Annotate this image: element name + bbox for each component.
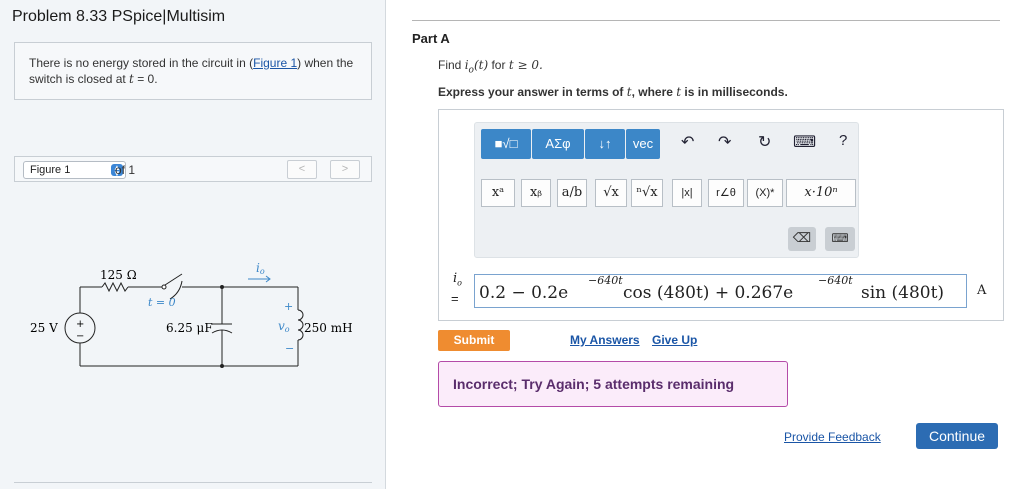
problem-intro-box: There is no energy stored in the circuit…	[14, 42, 372, 100]
feedback-text: Incorrect; Try Again; 5 attempts remaini…	[453, 376, 735, 392]
absolute-value-button[interactable]: |x|	[672, 179, 702, 207]
resistor-label: 125 Ω	[100, 268, 137, 282]
current-label: io	[256, 261, 265, 276]
answer-part-1: 0.2 − 0.2e	[479, 283, 569, 303]
voltage-minus-sign: −	[285, 342, 294, 355]
switch-label: t = 0	[148, 296, 176, 309]
answer-unit: A	[977, 283, 987, 298]
previous-figure-button[interactable]: <	[287, 160, 317, 179]
inductor-label: 250 mH	[304, 321, 353, 335]
instruction-middle: , where	[631, 85, 677, 99]
switch-symbol	[164, 273, 183, 286]
my-answers-link[interactable]: My Answers	[570, 333, 640, 347]
question-text: Find io(t) for t ≥ 0.	[438, 58, 543, 75]
source-minus-sign: −	[76, 331, 84, 342]
voltage-plus-sign: +	[284, 300, 293, 313]
answer-box: ■√□ ΑΣφ ↓↑ vec ↶ ↷ ↻ ⌨ ? xᵃ xᵦ a/b √x ⁿ√…	[438, 109, 1004, 321]
fraction-button[interactable]: a/b	[557, 179, 587, 207]
polar-button[interactable]: r∠θ	[708, 179, 744, 207]
give-up-link[interactable]: Give Up	[652, 333, 697, 347]
answer-equals: =	[451, 291, 459, 306]
problem-panel: Problem 8.33 PSpice|Multisim There is no…	[0, 0, 386, 489]
source-plus-sign: +	[76, 319, 84, 330]
figure-navigation: Figure 1 ▲ ▼ of 1 < >	[14, 156, 372, 182]
square-root-button[interactable]: √x	[595, 179, 627, 207]
figure-select-value: Figure 1	[30, 164, 71, 176]
answer-part-2: cos (480t) + 0.267e	[623, 283, 794, 303]
templates-button[interactable]: ■√□	[481, 129, 531, 159]
backspace-icon[interactable]: ⌫	[788, 227, 816, 251]
reset-icon[interactable]: ↻	[758, 132, 771, 152]
keypad-icon[interactable]: ⌨	[825, 227, 855, 251]
figure-select[interactable]: Figure 1 ▲ ▼	[23, 161, 126, 179]
figure-link[interactable]: Figure 1	[253, 56, 297, 70]
answer-exponent-2: −640t	[818, 274, 853, 287]
conjugate-button[interactable]: (X)*	[747, 179, 783, 207]
question-for: for	[488, 58, 509, 72]
source-label: 25 V	[30, 321, 58, 335]
arrows-button[interactable]: ↓↑	[585, 129, 625, 159]
instruction-text: Express your answer in terms of t, where…	[438, 85, 788, 99]
capacitor-label: 6.25 μF	[166, 321, 213, 335]
instruction-after: is in milliseconds.	[681, 85, 788, 99]
problem-intro-text: There is no energy stored in the circuit…	[29, 55, 365, 87]
voltage-label: vo	[278, 319, 290, 334]
feedback-message: Incorrect; Try Again; 5 attempts remaini…	[438, 361, 788, 407]
question-find: Find	[438, 58, 465, 72]
inductor-symbol	[297, 309, 304, 341]
resistor-symbol	[101, 281, 129, 293]
answer-variable: io	[453, 271, 462, 288]
keyboard-shortcuts-icon[interactable]: ⌨	[793, 132, 816, 152]
continue-button[interactable]: Continue	[916, 423, 998, 449]
greek-symbols-button[interactable]: ΑΣφ	[532, 129, 584, 159]
undo-icon[interactable]: ↶	[681, 132, 694, 152]
math-toolbar: ■√□ ΑΣφ ↓↑ vec ↶ ↷ ↻ ⌨ ? xᵃ xᵦ a/b √x ⁿ√…	[474, 122, 859, 258]
vector-button[interactable]: vec	[626, 129, 660, 159]
question-paren: (t)	[473, 58, 489, 72]
scientific-notation-button[interactable]: x·10ⁿ	[786, 179, 856, 207]
divider	[412, 20, 1000, 21]
submit-button[interactable]: Submit	[438, 330, 510, 351]
redo-icon[interactable]: ↷	[718, 132, 731, 152]
answer-part-3: sin (480t)	[861, 283, 945, 303]
divider	[14, 482, 372, 483]
figure-count: of 1	[115, 163, 136, 177]
subscript-button[interactable]: xᵦ	[521, 179, 551, 207]
provide-feedback-link[interactable]: Provide Feedback	[784, 430, 881, 444]
answer-exponent-1: −640t	[588, 274, 623, 287]
nth-root-button[interactable]: ⁿ√x	[631, 179, 663, 207]
superscript-button[interactable]: xᵃ	[481, 179, 515, 207]
next-figure-button[interactable]: >	[330, 160, 360, 179]
part-label: Part A	[412, 31, 450, 46]
answer-input[interactable]: 0.2 − 0.2e −640t cos (480t) + 0.267e −64…	[474, 274, 967, 308]
question-condition: t ≥ 0.	[508, 58, 543, 72]
problem-title: Problem 8.33 PSpice|Multisim	[12, 8, 226, 25]
help-icon[interactable]: ?	[839, 132, 847, 149]
intro-text-before: There is no energy stored in the circuit…	[29, 56, 254, 70]
circuit-diagram: + − 25 V 125 Ω t = 0 6.25 μF 250 mH io +…	[30, 261, 353, 368]
instruction-before: Express your answer in terms of	[438, 85, 627, 99]
intro-text-after: = 0.	[133, 72, 158, 86]
